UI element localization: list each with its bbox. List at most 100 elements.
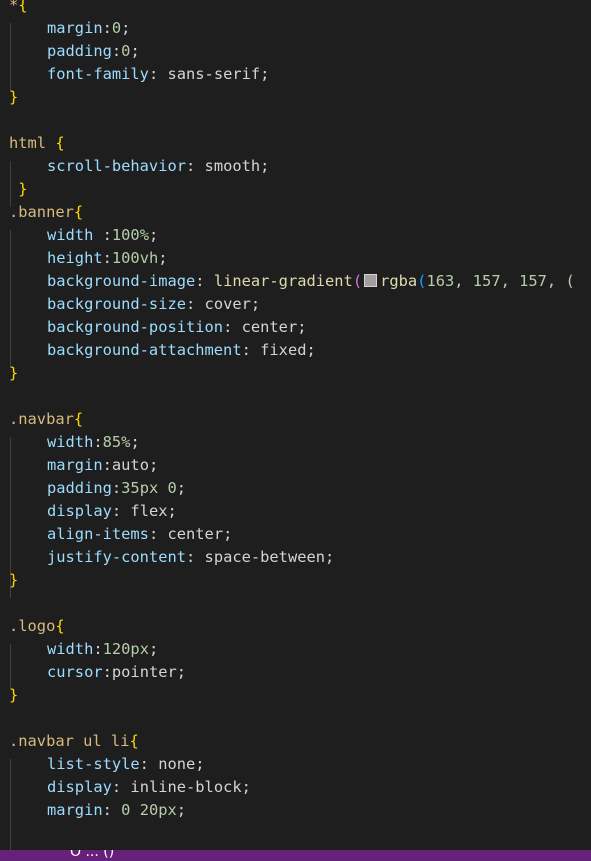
code-line[interactable]: .navbar ul li{ [9,730,591,753]
colon: : [186,157,205,175]
code-line[interactable]: } [9,684,591,707]
code-line[interactable]: width:85%; [9,431,591,454]
css-property: scroll-behavior [47,157,186,175]
open-brace: { [55,134,65,152]
css-selector: .navbar ul li [9,732,130,750]
code-line[interactable]: margin:0; [9,17,591,40]
code-editor[interactable]: *{margin:0; padding:0; font-family: sans-s… [0,0,591,850]
close-brace: } [9,88,19,106]
code-line[interactable]: list-style: none; [9,753,591,776]
semicolon: ; [148,456,159,474]
css-value: 0 [111,19,122,37]
css-property: background-image [47,272,196,290]
code-line[interactable] [9,707,591,730]
open-brace: { [73,410,84,428]
code-line[interactable]: .navbar{ [9,408,591,431]
css-property: width [47,433,94,451]
semicolon: ; [176,663,187,681]
code-line[interactable]: height:100vh; [9,247,591,270]
colon: : [186,295,205,313]
close-brace: } [9,571,19,589]
semicolon: ; [167,502,177,520]
semicolon: ; [121,19,131,37]
css-function: rgba [380,272,418,290]
css-property: height [47,249,103,267]
semicolon: ; [250,295,261,313]
colon: : [93,640,103,658]
code-line[interactable] [9,109,591,132]
code-line[interactable] [9,385,591,408]
semicolon: ; [176,479,187,497]
css-value: inline-block [130,778,242,796]
code-line[interactable]: background-image: linear-gradient(rgba(1… [9,270,591,293]
semicolon: ; [260,157,270,175]
code-line[interactable]: display: flex; [9,500,591,523]
code-line[interactable]: padding:0; [9,40,591,63]
code-line[interactable]: background-size: cover; [9,293,591,316]
semicolon: ; [148,226,159,244]
semicolon: ; [176,801,187,819]
colon: : [102,249,112,267]
code-line[interactable]: margin:auto; [9,454,591,477]
code-line[interactable]: } [9,178,591,201]
code-line[interactable]: justify-content: space-between; [9,546,591,569]
code-line[interactable]: .banner{ [9,201,591,224]
code-line[interactable]: width :100%; [9,224,591,247]
code-line[interactable]: background-attachment: fixed; [9,339,591,362]
close-brace: } [9,180,28,198]
colon: : [139,755,159,773]
semicolon: ; [325,548,335,566]
css-property: margin [47,19,103,37]
css-selector: .logo [9,617,56,635]
css-property: width [47,640,94,658]
colon: : [223,318,242,336]
code-line[interactable]: } [9,86,591,109]
css-value: pointer [111,663,177,681]
css-function: linear-gradient [213,272,353,290]
colon: : [102,801,122,819]
open-brace: { [55,617,65,635]
colon: : [102,456,112,474]
status-text: O ... () [70,850,115,860]
colon: : [102,663,112,681]
status-bar: O ... () [0,850,591,861]
color-swatch-icon[interactable] [364,274,378,287]
css-property: padding [47,42,112,60]
code-line[interactable] [9,592,591,615]
css-property: font-family [47,65,149,83]
code-line[interactable]: display: inline-block; [9,776,591,799]
colon: : [186,548,205,566]
css-property: padding [47,479,112,497]
code-line[interactable]: padding:35px 0; [9,477,591,500]
css-number: 163, 157, 157, ( [426,272,575,290]
close-brace: } [9,364,19,382]
colon: : [102,19,112,37]
code-line[interactable]: align-items: center; [9,523,591,546]
code-line[interactable]: font-family: sans-serif; [9,63,591,86]
code-line[interactable]: margin: 0 20px; [9,799,591,822]
colon: : [111,502,131,520]
css-value: smooth [204,157,261,175]
code-line[interactable]: *{ [9,0,591,17]
code-line[interactable]: width:120px; [9,638,591,661]
css-value: 85% [102,433,131,451]
css-property: margin [47,801,103,819]
semicolon: ; [148,640,159,658]
colon: : [111,42,122,60]
code-line[interactable]: .logo{ [9,615,591,638]
code-line[interactable]: html { [9,132,591,155]
css-selector: html [9,134,56,152]
code-line[interactable]: cursor:pointer; [9,661,591,684]
code-line[interactable]: scroll-behavior: smooth; [9,155,591,178]
colon: : [148,65,168,83]
code-line[interactable]: } [9,362,591,385]
css-property: display [47,502,112,520]
code-line[interactable]: background-position: center; [9,316,591,339]
css-value: center [241,318,298,336]
css-property: background-size [47,295,186,313]
open-paren: ( [352,272,363,290]
colon: : [241,341,261,359]
css-value: fixed [260,341,307,359]
code-line[interactable]: } [9,569,591,592]
css-value: flex [130,502,168,520]
